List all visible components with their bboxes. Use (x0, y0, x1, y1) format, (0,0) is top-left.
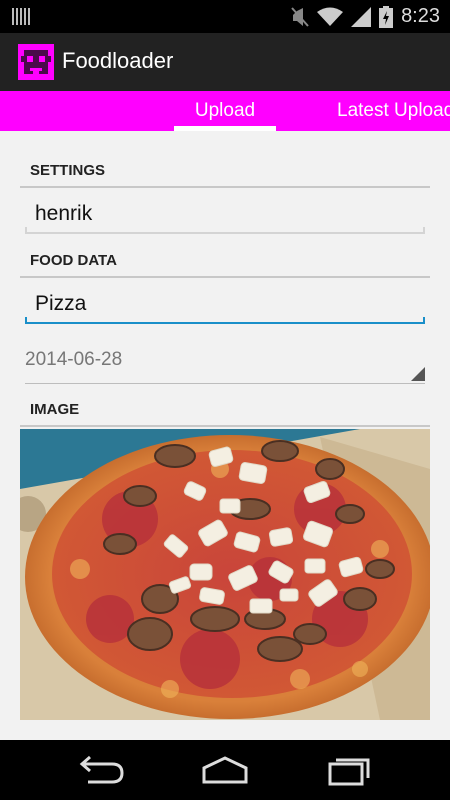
food-name-field[interactable]: Pizza (25, 288, 425, 324)
date-spinner[interactable]: 2014-06-28 (25, 344, 425, 384)
username-field[interactable]: henrik (25, 198, 425, 234)
app-title: Foodloader (62, 48, 174, 73)
food-data-section-header: FOOD DATA (20, 248, 430, 278)
tab-latest-uploads[interactable]: Latest Uploads (337, 91, 450, 131)
space-invader-icon[interactable] (18, 44, 54, 80)
tab-bar: Upload Latest Uploads (0, 91, 450, 131)
spinner-arrow-icon (411, 367, 425, 381)
notification-bars-icon (12, 8, 30, 25)
status-time: 8:23 (401, 5, 440, 27)
settings-section-header: SETTINGS (20, 158, 430, 188)
tab-selected-indicator (174, 126, 276, 131)
mute-icon (291, 6, 309, 27)
battery-icon (379, 5, 394, 28)
date-value: 2014-06-28 (25, 349, 123, 370)
status-bar: 8:23 (0, 0, 450, 33)
action-bar: Foodloader (0, 33, 450, 91)
image-section-header: IMAGE (20, 397, 430, 427)
food-photo[interactable] (20, 429, 430, 720)
recent-apps-icon[interactable] (326, 754, 376, 786)
tab-upload[interactable]: Upload (174, 91, 276, 131)
back-icon[interactable] (76, 754, 126, 786)
home-icon[interactable] (200, 754, 250, 786)
wifi-icon (317, 7, 344, 26)
navigation-bar (0, 740, 450, 800)
status-icons: 8:23 (291, 0, 440, 33)
signal-icon (351, 6, 372, 27)
